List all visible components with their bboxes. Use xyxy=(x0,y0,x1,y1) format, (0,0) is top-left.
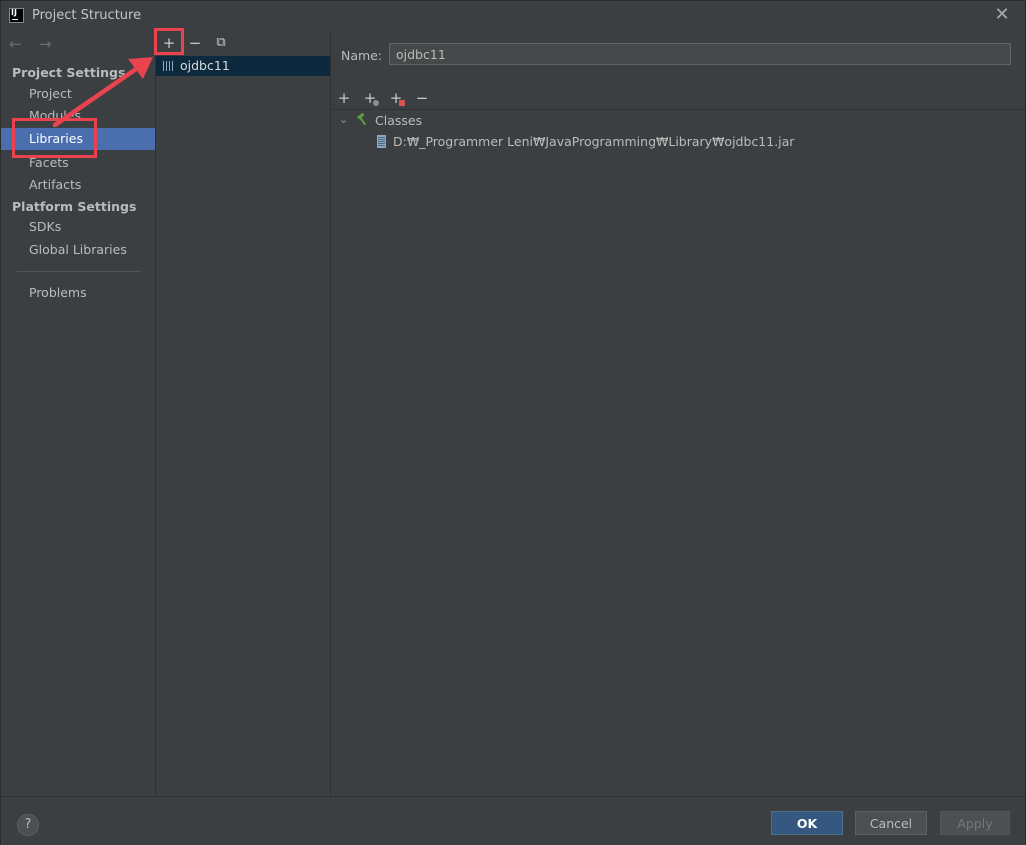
nav-item-modules[interactable]: Modules xyxy=(1,105,155,127)
classes-label: Classes xyxy=(375,113,423,128)
jar-tree-node[interactable]: D:₩_Programmer Leni₩JavaProgramming₩Libr… xyxy=(331,132,1025,152)
attach-root-button[interactable]: + xyxy=(360,88,380,108)
nav-history: ← → xyxy=(9,35,65,53)
close-button[interactable]: ✕ xyxy=(993,6,1011,24)
exclude-root-button[interactable]: + xyxy=(386,88,406,108)
back-arrow-icon[interactable]: ← xyxy=(9,35,25,53)
window-title: Project Structure xyxy=(32,8,142,23)
help-button[interactable]: ? xyxy=(17,814,39,836)
nav-item-sdks[interactable]: SDKs xyxy=(1,216,155,238)
library-name-input[interactable] xyxy=(389,43,1011,65)
apply-button[interactable]: Apply xyxy=(940,811,1010,835)
nav-divider xyxy=(17,271,141,272)
library-detail-panel: Name: + + + − ⌄ Classes D:₩_Programm xyxy=(331,31,1025,796)
forward-arrow-icon[interactable]: → xyxy=(39,35,55,53)
project-settings-header: Project Settings xyxy=(12,65,126,80)
intellij-app-icon xyxy=(9,8,24,23)
cancel-button[interactable]: Cancel xyxy=(855,811,927,835)
project-structure-dialog: Project Structure ✕ ← → Project Settings… xyxy=(0,0,1026,845)
dialog-button-bar: ? OK Cancel Apply xyxy=(1,796,1025,845)
remove-library-button[interactable]: − xyxy=(185,34,205,52)
library-icon xyxy=(163,61,175,71)
settings-nav-panel: ← → Project Settings Project Modules Lib… xyxy=(1,31,156,796)
library-list-toolbar: + − ⧉ xyxy=(156,31,330,55)
library-list-panel: + − ⧉ ojdbc11 xyxy=(156,31,331,796)
classes-tree-node[interactable]: ⌄ Classes xyxy=(331,111,1025,131)
name-field-label: Name: xyxy=(341,48,383,63)
chevron-down-icon[interactable]: ⌄ xyxy=(339,113,348,126)
nav-item-problems[interactable]: Problems xyxy=(1,282,155,304)
hammer-icon xyxy=(356,113,367,126)
nav-item-libraries[interactable]: Libraries xyxy=(1,128,155,150)
nav-item-artifacts[interactable]: Artifacts xyxy=(1,174,155,196)
jar-file-icon xyxy=(377,135,386,148)
platform-settings-header: Platform Settings xyxy=(12,199,137,214)
add-root-button[interactable]: + xyxy=(334,88,354,108)
attach-badge-icon xyxy=(373,100,379,106)
ok-button[interactable]: OK xyxy=(771,811,843,835)
jar-path-label: D:₩_Programmer Leni₩JavaProgramming₩Libr… xyxy=(393,134,795,149)
nav-item-project[interactable]: Project xyxy=(1,83,155,105)
add-library-button[interactable]: + xyxy=(159,34,179,52)
title-bar: Project Structure ✕ xyxy=(1,1,1025,31)
nav-item-facets[interactable]: Facets xyxy=(1,152,155,174)
library-item-label: ojdbc11 xyxy=(180,58,230,73)
roots-toolbar: + + + − xyxy=(331,87,1025,110)
exclude-badge-icon xyxy=(399,100,405,106)
remove-root-button[interactable]: − xyxy=(412,88,432,108)
copy-library-button[interactable]: ⧉ xyxy=(211,34,231,52)
nav-item-global-libraries[interactable]: Global Libraries xyxy=(1,239,155,261)
library-list-item[interactable]: ojdbc11 xyxy=(156,56,330,76)
